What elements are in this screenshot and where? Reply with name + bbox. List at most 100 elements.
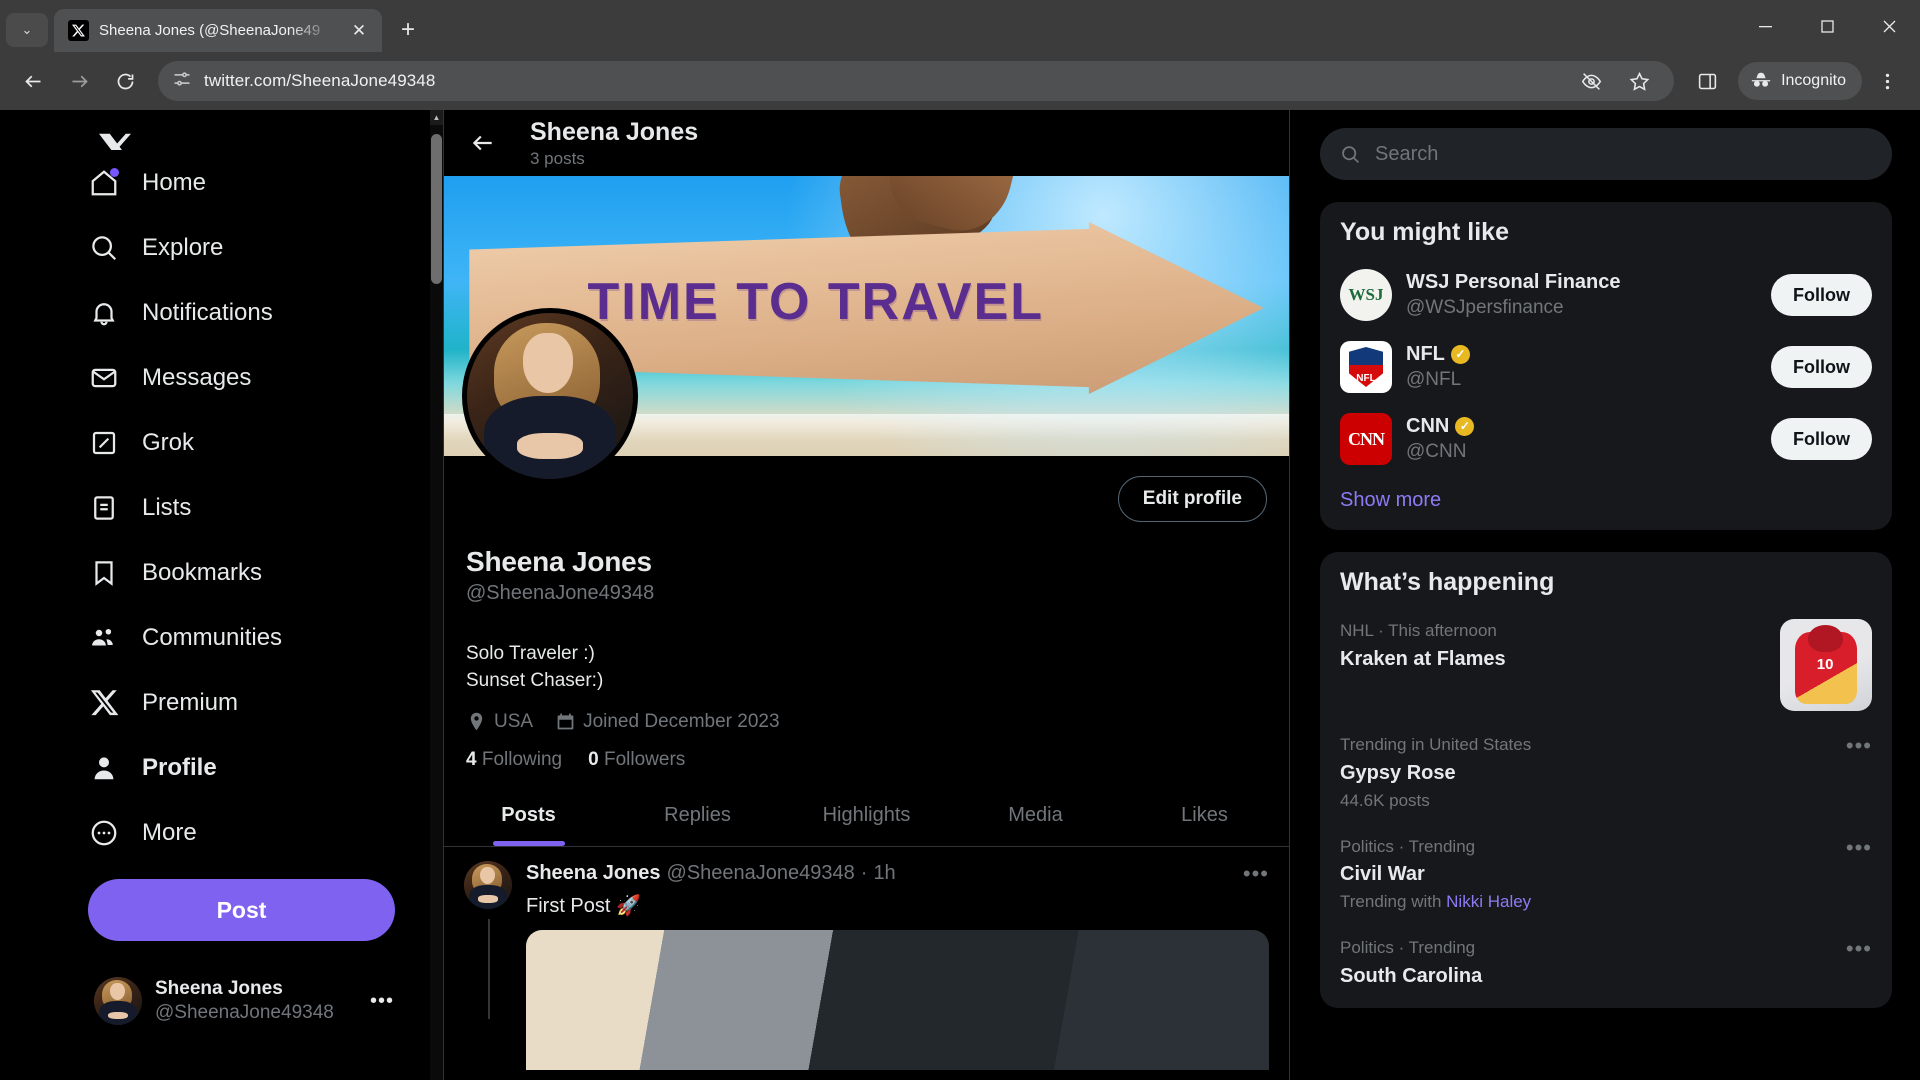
follow-button[interactable]: Follow (1771, 418, 1872, 460)
side-panel-icon[interactable] (1686, 60, 1728, 102)
sidebar-item-label: Notifications (142, 299, 273, 327)
browser-tabstrip: ⌄ Sheena Jones (@SheenaJone49 ✕ + (0, 0, 1920, 52)
home-unread-badge (110, 168, 119, 177)
address-bar[interactable]: twitter.com/SheenaJone49348 (158, 61, 1674, 101)
home-icon (88, 167, 120, 199)
suggested-account-row[interactable]: CNN CNN @CNN Follow (1320, 403, 1892, 475)
reload-button[interactable] (104, 60, 146, 102)
right-sidebar: Search You might like WSJ WSJ Personal F… (1290, 110, 1920, 1080)
sidebar-item-profile[interactable]: Profile (62, 735, 430, 800)
sidebar-item-label: Profile (142, 754, 217, 782)
trend-item[interactable]: NHL · This afternoon Kraken at Flames 10 (1320, 609, 1892, 723)
post-text: First Post 🚀 (526, 893, 1269, 918)
bookmark-icon (88, 557, 120, 589)
calendar-icon (555, 711, 576, 732)
location-pin-icon (466, 711, 487, 732)
trend-item[interactable]: Politics · Trending Civil War Trending w… (1320, 825, 1892, 927)
profile-counts: 4 Following 0 Followers (466, 749, 1267, 771)
x-logo-icon (68, 20, 89, 41)
kebab-menu-icon[interactable]: ••• (370, 990, 394, 1013)
x-logo-icon (88, 687, 120, 719)
suggested-account-row[interactable]: NFL NFL @NFL Follow (1320, 331, 1892, 403)
nfl-logo-icon: NFL (1340, 341, 1392, 393)
eye-off-icon[interactable] (1570, 60, 1612, 102)
following-count-link[interactable]: 4 Following (466, 749, 562, 771)
sidebar-item-premium[interactable]: Premium (62, 670, 430, 735)
tab-likes[interactable]: Likes (1120, 785, 1289, 846)
timeline-post[interactable]: Sheena Jones @SheenaJone49348 · 1h ••• F… (444, 847, 1289, 1070)
post-author-handle: @SheenaJone49348 (667, 862, 855, 885)
maximize-button[interactable] (1796, 0, 1858, 52)
sidebar-item-grok[interactable]: Grok (62, 410, 430, 475)
sidebar-item-lists[interactable]: Lists (62, 475, 430, 540)
trend-name: South Carolina (1340, 962, 1832, 990)
close-window-button[interactable] (1858, 0, 1920, 52)
post-author-name[interactable]: Sheena Jones (526, 862, 661, 885)
browser-tab[interactable]: Sheena Jones (@SheenaJone49 ✕ (54, 9, 382, 52)
follow-button[interactable]: Follow (1771, 346, 1872, 388)
center-column-wrapper: ▲ Sheena Jones 3 posts (430, 110, 1290, 1080)
kebab-menu-icon[interactable]: ••• (1243, 861, 1269, 887)
sidebar-item-messages[interactable]: Messages (62, 345, 430, 410)
communities-icon (88, 622, 120, 654)
you-might-like-card: You might like WSJ WSJ Personal Finance … (1320, 202, 1892, 530)
sidebar-item-notifications[interactable]: Notifications (62, 280, 430, 345)
avatar[interactable] (464, 861, 512, 909)
suggested-account-row[interactable]: WSJ WSJ Personal Finance @WSJpersfinance… (1320, 259, 1892, 331)
page-scrollbar[interactable]: ▲ (430, 110, 443, 1080)
site-settings-icon[interactable] (172, 69, 192, 94)
bell-icon (88, 297, 120, 329)
sidebar-item-communities[interactable]: Communities (62, 605, 430, 670)
kebab-menu-icon[interactable]: ••• (1846, 835, 1872, 915)
post-button[interactable]: Post (88, 879, 395, 941)
profile-avatar[interactable] (462, 308, 638, 484)
search-icon (1340, 144, 1361, 165)
bookmark-star-icon[interactable] (1618, 60, 1660, 102)
show-more-link[interactable]: Show more (1320, 475, 1892, 524)
forward-button[interactable] (58, 60, 100, 102)
wsj-logo-icon: WSJ (1340, 269, 1392, 321)
scroll-up-arrow[interactable]: ▲ (430, 110, 443, 125)
profile-joined: Joined December 2023 (555, 711, 779, 733)
back-arrow-icon[interactable] (464, 124, 502, 162)
browser-tab-title: Sheena Jones (@SheenaJone49 (99, 22, 336, 39)
close-tab-icon[interactable]: ✕ (346, 18, 372, 44)
sidebar-item-bookmarks[interactable]: Bookmarks (62, 540, 430, 605)
trend-item[interactable]: Trending in United States Gypsy Rose 44.… (1320, 723, 1892, 825)
trend-thumbnail: 10 (1780, 619, 1872, 711)
profile-bio-line-2: Sunset Chaser:) (466, 668, 1267, 695)
sidebar-item-home[interactable]: Home (62, 150, 430, 215)
sidebar-item-more[interactable]: More (62, 800, 430, 865)
profile-bio: Solo Traveler :) Sunset Chaser:) (466, 641, 1267, 695)
kebab-menu-icon[interactable]: ••• (1846, 936, 1872, 990)
tab-media[interactable]: Media (951, 785, 1120, 846)
envelope-icon (88, 362, 120, 394)
post-media-image[interactable] (526, 930, 1269, 1070)
tab-highlights[interactable]: Highlights (782, 785, 951, 846)
tab-search-button[interactable]: ⌄ (6, 13, 48, 47)
new-tab-button[interactable]: + (391, 13, 425, 47)
back-button[interactable] (12, 60, 54, 102)
sidebar-item-explore[interactable]: Explore (62, 215, 430, 280)
trend-name: Kraken at Flames (1340, 645, 1766, 673)
kebab-menu-icon[interactable] (1866, 60, 1908, 102)
scrollbar-thumb[interactable] (431, 134, 442, 284)
suggested-account-handle: @WSJpersfinance (1406, 296, 1757, 320)
minimize-button[interactable] (1734, 0, 1796, 52)
post-count: 3 posts (530, 149, 698, 169)
x-logo-icon[interactable] (88, 110, 144, 150)
trend-name: Civil War (1340, 860, 1832, 888)
page-title: Sheena Jones (530, 117, 698, 147)
followers-count-link[interactable]: 0 Followers (588, 749, 685, 771)
account-switcher[interactable]: Sheena Jones @SheenaJone49348 ••• (84, 969, 404, 1033)
trend-category: Politics · Trending (1340, 936, 1832, 960)
trend-item[interactable]: Politics · Trending South Carolina ••• (1320, 926, 1892, 1002)
incognito-indicator[interactable]: Incognito (1738, 62, 1862, 100)
tab-posts[interactable]: Posts (444, 785, 613, 846)
edit-profile-button[interactable]: Edit profile (1118, 476, 1267, 522)
search-input[interactable]: Search (1320, 128, 1892, 180)
follow-button[interactable]: Follow (1771, 274, 1872, 316)
tab-replies[interactable]: Replies (613, 785, 782, 846)
trend-related-link[interactable]: Nikki Haley (1446, 892, 1531, 911)
kebab-menu-icon[interactable]: ••• (1846, 733, 1872, 813)
